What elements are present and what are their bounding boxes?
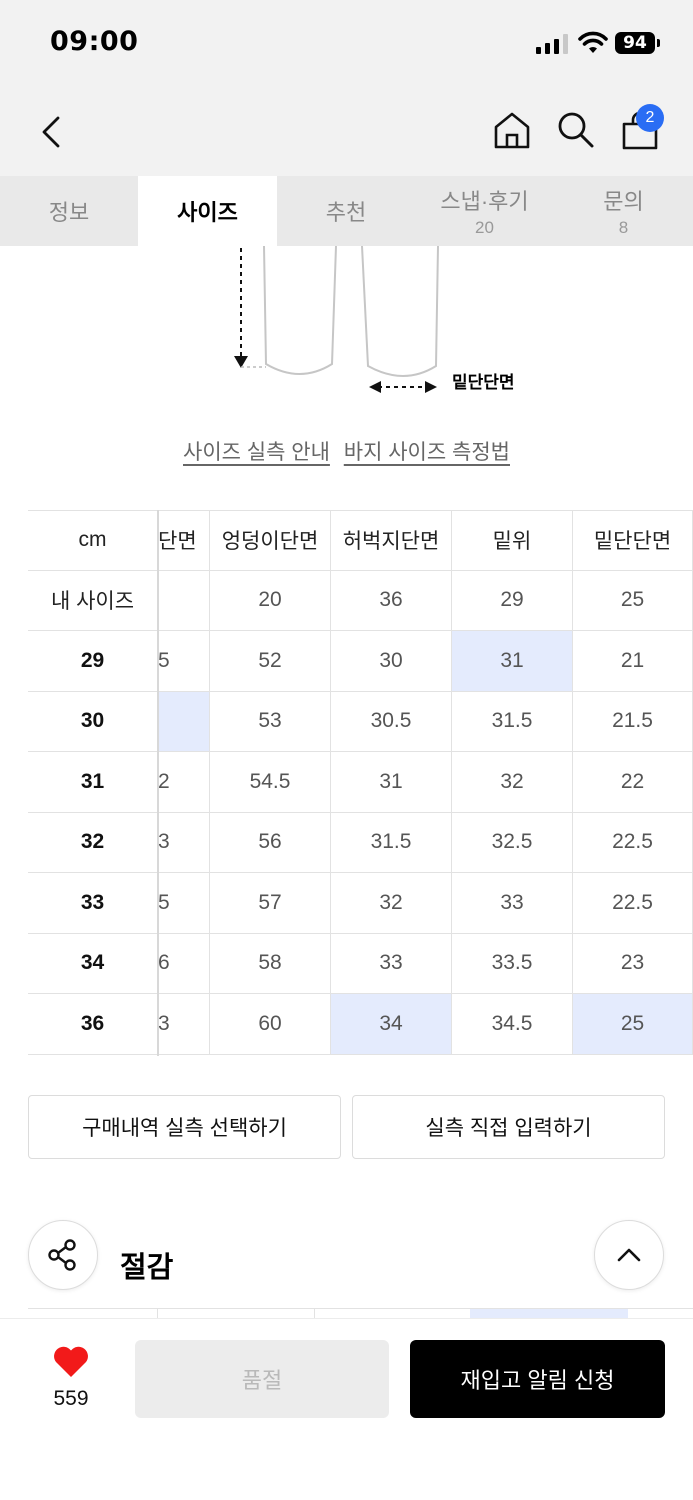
table-cell: 22: [573, 752, 693, 813]
search-icon[interactable]: [556, 110, 596, 150]
table-cell: 31.5: [331, 812, 452, 873]
table-cell: 22.5: [573, 873, 693, 934]
table-cell: 2: [158, 752, 210, 813]
table-header: 밑단단면: [573, 510, 693, 571]
home-icon[interactable]: [492, 110, 532, 150]
heart-icon: [54, 1346, 88, 1377]
table-corner-unit: cm: [28, 510, 158, 571]
wifi-icon: [578, 31, 608, 53]
table-cell: 25: [573, 570, 693, 631]
size-guide-links: 사이즈 실측 안내 바지 사이즈 측정법: [0, 436, 693, 466]
tab-count: 20: [475, 218, 494, 237]
sticky-column-divider: [157, 510, 159, 1056]
table-row-label: 32: [28, 812, 158, 873]
tab-label: 문의: [603, 189, 644, 214]
table-row-label: 31: [28, 752, 158, 813]
table-border: [28, 510, 693, 511]
signal-icon: [536, 34, 570, 54]
direct-input-button[interactable]: 실측 직접 입력하기: [352, 1095, 665, 1159]
table-cell: 25: [573, 994, 693, 1055]
table-cell: 58: [210, 933, 331, 994]
tab-label: 추천: [325, 200, 367, 225]
table-cell: 21: [573, 631, 693, 692]
back-icon[interactable]: [38, 114, 64, 150]
tab-info[interactable]: 정보: [0, 176, 138, 246]
share-icon: [48, 1239, 76, 1271]
table-cell: 23: [573, 933, 693, 994]
table-cell: 30: [331, 631, 452, 692]
table-cell: 31: [331, 752, 452, 813]
table-row-label: 33: [28, 873, 158, 934]
table-cell: 3: [158, 812, 210, 873]
size-measure-guide-link[interactable]: 사이즈 실측 안내: [183, 441, 330, 464]
status-bar: 09:00 94: [0, 0, 693, 88]
pants-measurement-diagram: [234, 246, 439, 393]
table-cell: 34.5: [452, 994, 573, 1055]
table-cell: 30.5: [331, 691, 452, 752]
tab-snap-review[interactable]: 스냅·후기 20: [415, 176, 554, 246]
table-cell: 34: [331, 994, 452, 1055]
like-count: 559: [53, 1387, 89, 1410]
table-cell: 56: [210, 812, 331, 873]
table-cell: 54.5: [210, 752, 331, 813]
table-cell: 5: [158, 631, 210, 692]
pants-measure-method-link[interactable]: 바지 사이즈 측정법: [344, 441, 510, 464]
chevron-up-icon: [617, 1248, 641, 1262]
table-header: 밑위: [452, 510, 573, 571]
tab-count: 8: [618, 218, 629, 237]
select-purchase-history-button[interactable]: 구매내역 실측 선택하기: [28, 1095, 341, 1159]
table-cell: 3: [158, 994, 210, 1055]
table-cell: 57: [210, 873, 331, 934]
table-row-label: 내 사이즈: [28, 570, 158, 631]
cart-count-badge: 2: [636, 104, 664, 132]
hem-width-label: 밑단단면: [452, 373, 515, 392]
tab-recommend[interactable]: 추천: [277, 176, 415, 246]
like-button[interactable]: 559: [40, 1345, 102, 1411]
tab-label: 정보: [48, 200, 90, 225]
table-header: 단면: [158, 510, 210, 571]
fit-table: [28, 1308, 693, 1319]
size-table: cm 단면 엉덩이단면 허벅지단면 밑위 밑단단면 내 사이즈 20 36 29 25 29 5 52 30…: [28, 510, 693, 1056]
table-row-label: 30: [28, 691, 158, 752]
table-row-label: 36: [28, 994, 158, 1055]
table-cell: 33: [452, 873, 573, 934]
table-cell: 32: [331, 873, 452, 934]
table-cell: [158, 691, 210, 752]
tab-bar: 정보 사이즈 추천 스냅·후기 20 문의 8: [0, 176, 693, 246]
share-button[interactable]: [28, 1220, 98, 1290]
table-cell: 20: [210, 570, 331, 631]
tab-label: 스냅·후기: [440, 189, 529, 214]
nav-bar: [0, 88, 693, 176]
table-cell: 29: [452, 570, 573, 631]
table-cell: 21.5: [573, 691, 693, 752]
table-cell: 33: [331, 933, 452, 994]
table-cell: [158, 570, 210, 631]
battery-indicator: 94: [615, 32, 660, 54]
table-header: 엉덩이단면: [210, 510, 331, 571]
table-cell: 60: [210, 994, 331, 1055]
table-cell: 52: [210, 631, 331, 692]
table-row-label: 29: [28, 631, 158, 692]
tab-label: 사이즈: [177, 200, 238, 225]
tab-size[interactable]: 사이즈: [138, 176, 277, 246]
table-cell: 22.5: [573, 812, 693, 873]
table-cell: 5: [158, 873, 210, 934]
table-cell: 32: [452, 752, 573, 813]
table-cell: 36: [331, 570, 452, 631]
status-time: 09:00: [50, 26, 139, 57]
restock-alert-button[interactable]: 재입고 알림 신청: [410, 1340, 665, 1418]
table-cell: 6: [158, 933, 210, 994]
sold-out-button[interactable]: 품절: [135, 1340, 389, 1418]
table-row-label: 34: [28, 933, 158, 994]
table-cell: 32.5: [452, 812, 573, 873]
scroll-to-top-button[interactable]: [594, 1220, 664, 1290]
tab-inquiry[interactable]: 문의 8: [554, 176, 693, 246]
table-cell: 53: [210, 691, 331, 752]
table-cell: 31: [452, 631, 573, 692]
table-cell: 33.5: [452, 933, 573, 994]
table-header: 허벅지단면: [331, 510, 452, 571]
table-cell: 31.5: [452, 691, 573, 752]
